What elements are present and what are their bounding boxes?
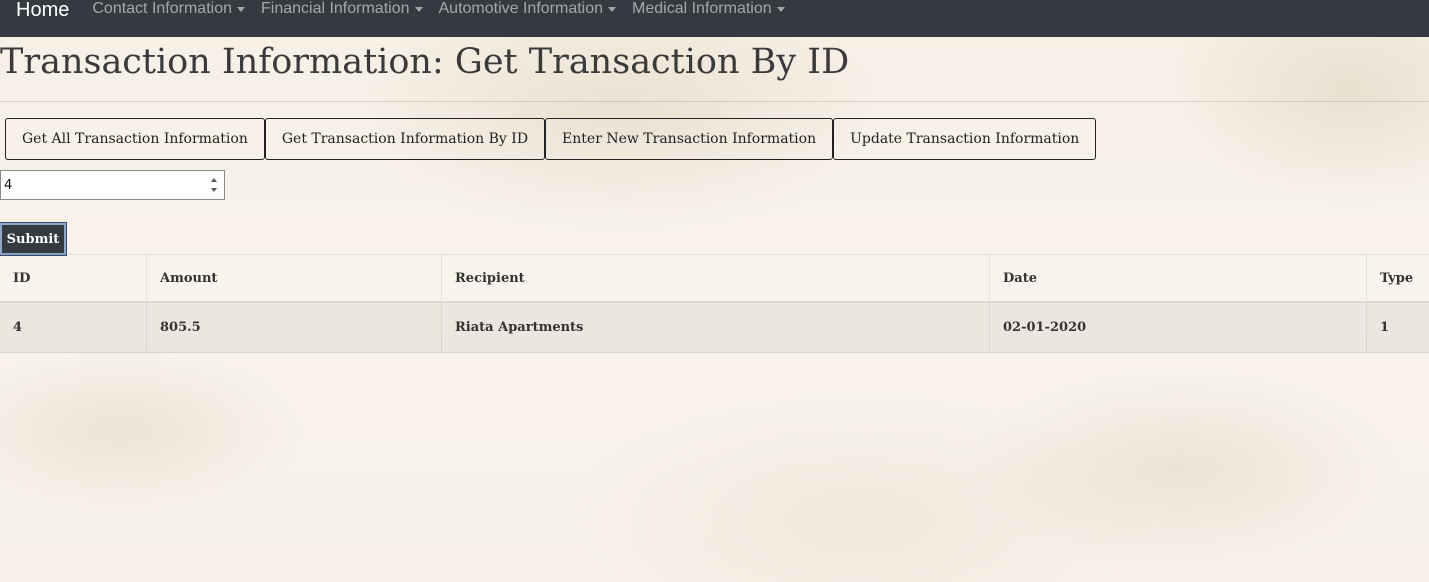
caret-down-icon xyxy=(414,6,423,12)
transaction-results-table: ID Amount Recipient Date Type 4 805.5 Ri… xyxy=(0,254,1429,353)
column-header-recipient: Recipient xyxy=(442,255,990,301)
caret-down-icon xyxy=(236,6,245,12)
nav-menu-label: Contact Information xyxy=(92,0,232,17)
nav-menu-automotive-information[interactable]: Automotive Information xyxy=(439,0,617,18)
cell-recipient: Riata Apartments xyxy=(442,303,990,352)
title-divider xyxy=(0,101,1429,102)
get-all-transactions-button[interactable]: Get All Transaction Information xyxy=(5,118,265,160)
column-header-type: Type xyxy=(1380,270,1414,286)
transaction-id-value: 4 xyxy=(4,177,13,193)
nav-menu-contact-information[interactable]: Contact Information xyxy=(92,0,245,18)
table-header-row: ID Amount Recipient Date Type xyxy=(0,254,1429,303)
transaction-id-input[interactable]: 4 xyxy=(0,170,225,200)
caret-down-icon xyxy=(608,6,617,12)
table-row: 4 805.5 Riata Apartments 02-01-2020 1 xyxy=(0,303,1429,353)
spin-down-icon[interactable] xyxy=(211,188,217,192)
nav-menu-medical-information[interactable]: Medical Information xyxy=(632,0,785,18)
cell-id: 4 xyxy=(0,303,147,352)
caret-down-icon xyxy=(776,6,785,12)
nav-menu-financial-information[interactable]: Financial Information xyxy=(261,0,423,18)
home-link[interactable]: Home xyxy=(16,0,69,20)
number-spinner[interactable] xyxy=(207,173,221,197)
column-header-date: Date xyxy=(990,255,1367,301)
get-transaction-by-id-button[interactable]: Get Transaction Information By ID xyxy=(264,118,546,160)
nav-menu-label: Medical Information xyxy=(632,0,772,17)
top-navbar: Home Contact Information Financial Infor… xyxy=(0,0,1429,37)
cell-amount: 805.5 xyxy=(147,303,442,352)
spin-up-icon[interactable] xyxy=(211,178,217,182)
update-transaction-button[interactable]: Update Transaction Information xyxy=(833,118,1097,160)
cell-type: 1 xyxy=(1380,320,1390,335)
nav-menu-label: Financial Information xyxy=(260,0,410,17)
submit-button[interactable]: Submit xyxy=(0,222,67,256)
enter-new-transaction-button[interactable]: Enter New Transaction Information xyxy=(545,118,834,160)
cell-date: 02-01-2020 xyxy=(990,303,1367,352)
column-header-amount: Amount xyxy=(147,255,442,301)
nav-menu-label: Automotive Information xyxy=(438,0,604,17)
action-button-group: Get All Transaction Information Get Tran… xyxy=(5,118,1097,160)
column-header-id: ID xyxy=(0,255,147,301)
page-title: Transaction Information: Get Transaction… xyxy=(0,42,850,82)
